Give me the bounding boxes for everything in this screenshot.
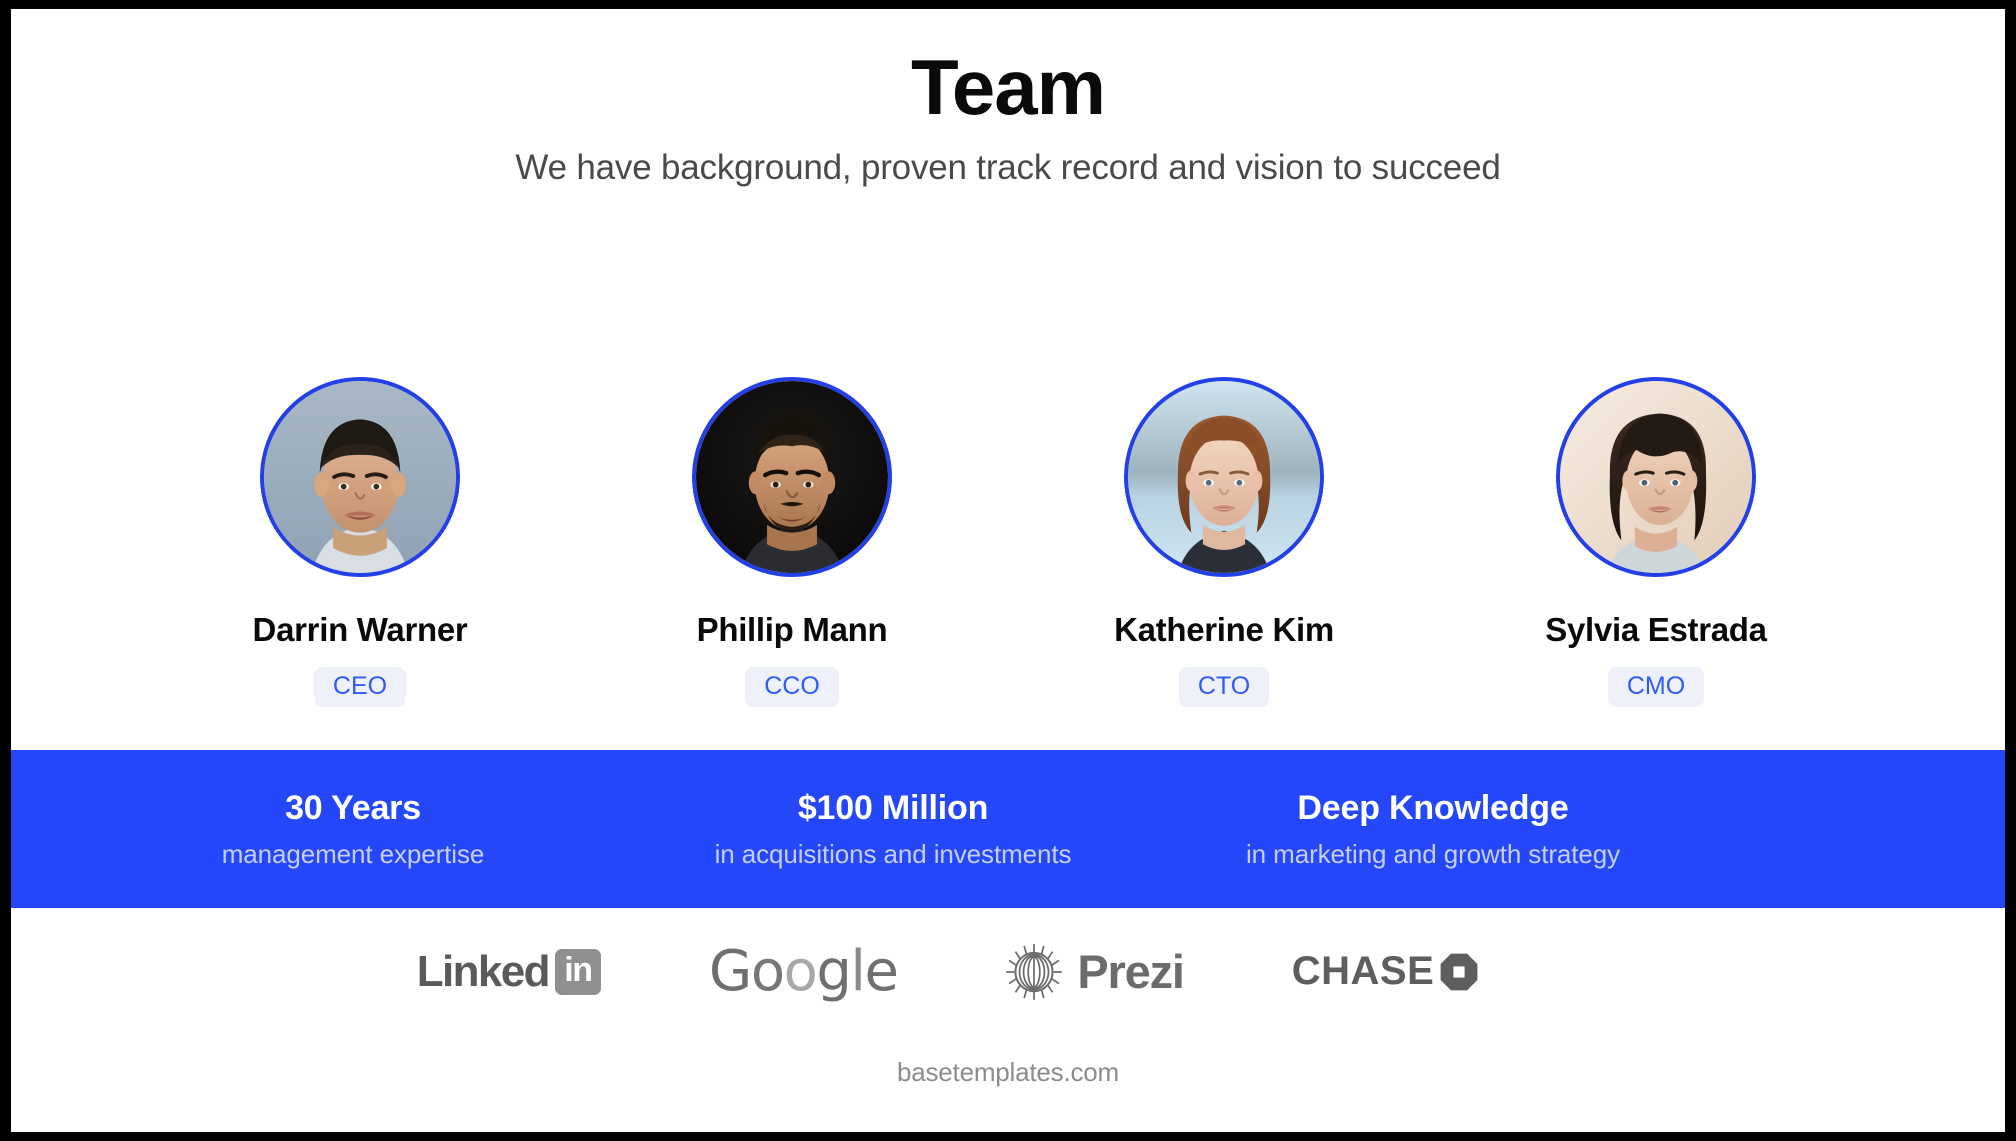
member-role-badge: CCO (745, 667, 839, 707)
google-letter: G (708, 939, 752, 1004)
avatar (1124, 377, 1324, 577)
client-logos-row: Linked in G o o g l e Prezi CHASE (11, 939, 2005, 1004)
stat-item: Deep Knowledge in marketing and growth s… (1163, 788, 1703, 870)
google-letter: o (783, 939, 818, 1004)
team-member-card[interactable]: Sylvia Estrada CMO (1440, 377, 1872, 707)
portrait-woman-auburn-hair-icon (1128, 381, 1320, 573)
google-letter: o (750, 939, 785, 1004)
stat-item: 30 Years management expertise (83, 788, 623, 870)
prezi-sunburst-icon (1006, 943, 1063, 1000)
google-letter: g (816, 939, 852, 1004)
team-member-card[interactable]: Darrin Warner CEO (144, 377, 576, 707)
portrait-man-dark-hair-icon (264, 381, 456, 573)
member-name: Sylvia Estrada (1545, 611, 1767, 648)
prezi-logo: Prezi (1005, 943, 1185, 1001)
chase-octagon-icon (1440, 953, 1478, 990)
stat-item: $100 Million in acquisitions and investm… (623, 788, 1163, 870)
presentation-slide: Team We have background, proven track re… (11, 9, 2005, 1132)
chase-logo: CHASE (1292, 949, 1480, 994)
chase-wordmark: CHASE (1291, 949, 1435, 993)
portrait-man-beard-icon (696, 381, 888, 573)
team-members-row: Darrin Warner CEO Phillip Mann CCO Kathe… (11, 377, 2005, 707)
stats-band: 30 Years management expertise $100 Milli… (11, 750, 2005, 908)
stat-label: in acquisitions and investments (714, 838, 1072, 869)
google-logo: G o o g l e (708, 939, 899, 1004)
team-member-card[interactable]: Phillip Mann CCO (576, 377, 1008, 707)
member-role-badge: CTO (1178, 667, 1270, 707)
avatar (1556, 377, 1756, 577)
page-subtitle: We have background, proven track record … (515, 148, 1501, 188)
linkedin-in-icon: in (554, 948, 601, 995)
google-letter: e (864, 939, 898, 1004)
member-role-badge: CMO (1607, 667, 1705, 707)
linkedin-logo: Linked in (417, 947, 601, 997)
google-letter: l (850, 939, 866, 1004)
avatar (692, 377, 892, 577)
slide-header: Team We have background, proven track re… (11, 9, 2005, 188)
stat-label: in marketing and growth strategy (1246, 838, 1620, 869)
stat-value: $100 Million (797, 789, 989, 828)
stat-value: 30 Years (285, 789, 421, 828)
page-title: Team (911, 43, 1106, 131)
avatar (260, 377, 460, 577)
member-name: Katherine Kim (1114, 611, 1334, 648)
team-member-card[interactable]: Katherine Kim CTO (1008, 377, 1440, 707)
stat-label: management expertise (221, 838, 485, 869)
portrait-woman-dark-hair-icon (1560, 381, 1752, 573)
linkedin-wordmark: Linked (416, 946, 551, 996)
stat-value: Deep Knowledge (1297, 789, 1569, 828)
prezi-wordmark: Prezi (1077, 945, 1185, 998)
member-name: Darrin Warner (252, 611, 468, 648)
member-name: Phillip Mann (696, 611, 888, 648)
linkedin-in-label: in (564, 950, 593, 989)
footer-url: basetemplates.com (896, 1057, 1120, 1087)
member-role-badge: CEO (313, 667, 407, 707)
